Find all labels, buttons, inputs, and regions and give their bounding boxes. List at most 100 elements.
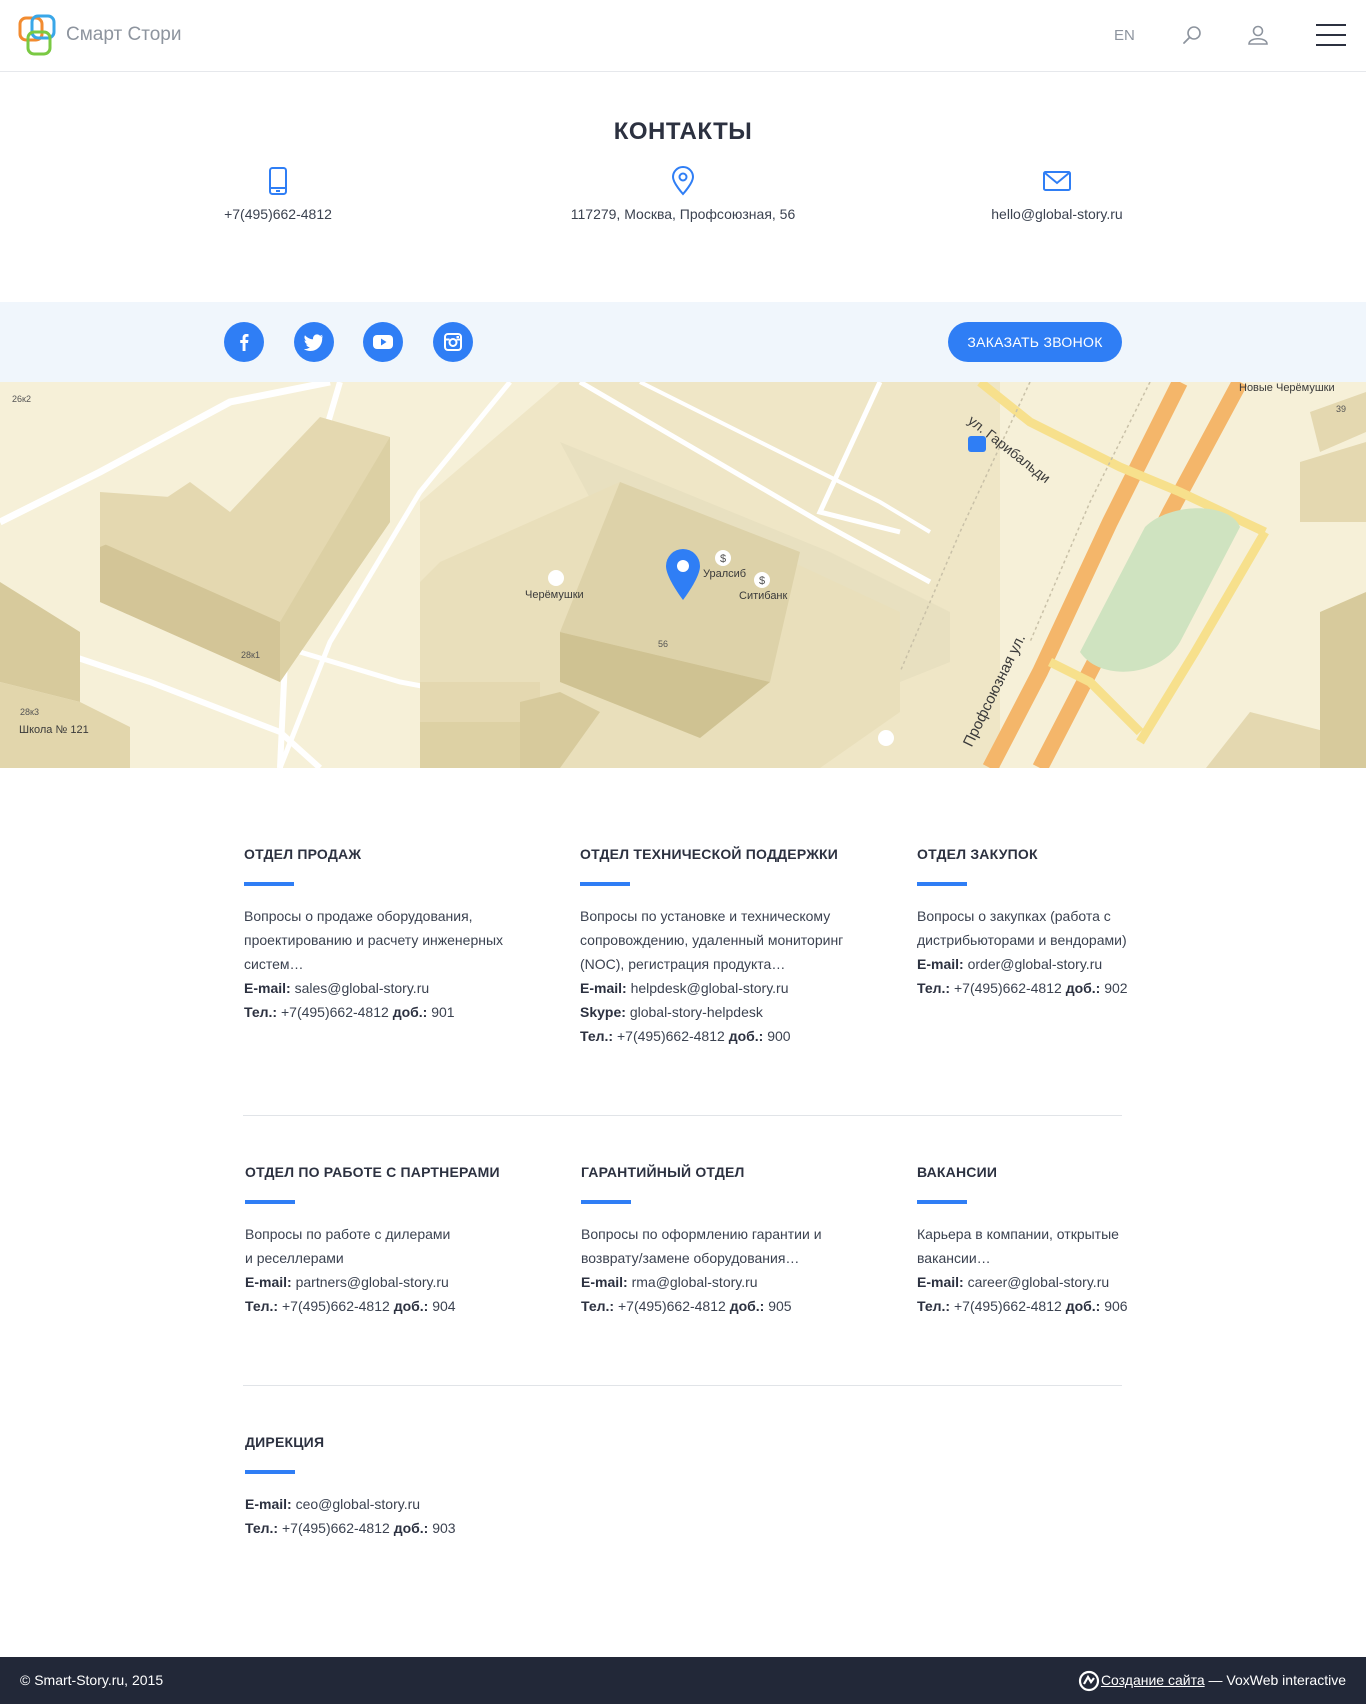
dept-tel-line: Тел.: +7(495)662-4812 доб.: 905 <box>581 1298 792 1314</box>
dept-description: Вопросы о закупках (работа с дистрибьюто… <box>917 908 1127 948</box>
dept-directorate: ДИРЕКЦИЯ E-mail: ceo@global-story.ru Тел… <box>245 1434 535 1540</box>
dept-email-line: E-mail: career@global-story.ru <box>917 1274 1110 1290</box>
youtube-icon[interactable] <box>363 322 403 362</box>
dept-email[interactable]: rma@global-story.ru <box>632 1274 758 1290</box>
dept-title: ОТДЕЛ ТЕХНИЧЕСКОЙ ПОДДЕРЖКИ <box>580 846 839 862</box>
dept-purchasing: ОТДЕЛ ЗАКУПОК Вопросы о закупках (работа… <box>917 846 1137 1000</box>
dept-title: ГАРАНТИЙНЫЙ ОТДЕЛ <box>581 1164 745 1180</box>
map-label-house-26k2: 26к2 <box>12 394 31 404</box>
location-pin-icon <box>671 166 695 196</box>
map-label-cheryomushki: Черёмушки <box>525 589 584 601</box>
divider <box>243 1115 1122 1116</box>
dept-email-line: E-mail: ceo@global-story.ru <box>245 1496 421 1512</box>
dept-title: ОТДЕЛ ЗАКУПОК <box>917 846 1038 862</box>
map-label-school: Школа № 121 <box>19 724 89 736</box>
dept-title: ДИРЕКЦИЯ <box>245 1434 325 1450</box>
dept-accent-bar <box>917 882 967 886</box>
brand-name[interactable]: Смарт Стори <box>66 24 181 46</box>
social-bar: ЗАКАЗАТЬ ЗВОНОК <box>0 302 1366 382</box>
site-header: Смарт Стори EN <box>0 0 1366 72</box>
dept-email[interactable]: career@global-story.ru <box>968 1274 1110 1290</box>
dept-email-line: E-mail: helpdesk@global-story.ru <box>580 980 789 996</box>
dept-description: Вопросы по работе с дилерами и реселлера… <box>245 1226 451 1266</box>
dept-title: ВАКАНСИИ <box>917 1164 998 1180</box>
dept-support: ОТДЕЛ ТЕХНИЧЕСКОЙ ПОДДЕРЖКИ Вопросы по у… <box>580 846 870 1048</box>
site-creation-link[interactable]: Создание сайта <box>1101 1672 1205 1688</box>
dept-email[interactable]: helpdesk@global-story.ru <box>631 980 789 996</box>
map[interactable]: $ $ Новые Черёмушки ул. Гарибальди Профс… <box>0 382 1366 768</box>
contact-phone: +7(495)662-4812 <box>148 166 408 222</box>
language-switch[interactable]: EN <box>1114 27 1135 44</box>
dept-email[interactable]: order@global-story.ru <box>968 956 1103 972</box>
dept-description: Вопросы по оформлению гарантии и возврат… <box>581 1226 822 1266</box>
dept-accent-bar <box>917 1200 967 1204</box>
copyright: © Smart-Story.ru, 2015 <box>20 1672 164 1688</box>
dept-email[interactable]: ceo@global-story.ru <box>296 1496 420 1512</box>
phone-icon <box>269 167 287 195</box>
dept-skype-line: Skype: global-story-helpdesk <box>580 1004 763 1020</box>
dept-accent-bar <box>244 882 294 886</box>
map-label-house-39: 39 <box>1336 404 1347 414</box>
map-label-house-28k3: 28к3 <box>20 707 39 717</box>
map-label-citibank: Ситибанк <box>739 590 788 602</box>
contact-address-text: 117279, Москва, Профсоюзная, 56 <box>570 206 796 222</box>
logo-icon[interactable] <box>18 14 58 58</box>
menu-icon[interactable] <box>1316 22 1346 48</box>
dept-tel[interactable]: +7(495)662-4812 <box>954 980 1062 996</box>
mail-icon <box>1043 171 1071 191</box>
dept-tel[interactable]: +7(495)662-4812 <box>282 1520 390 1536</box>
dept-accent-bar <box>245 1200 295 1204</box>
dept-skype[interactable]: global-story-helpdesk <box>630 1004 763 1020</box>
search-icon[interactable] <box>1181 24 1203 46</box>
dept-email-line: E-mail: rma@global-story.ru <box>581 1274 758 1290</box>
svg-text:$: $ <box>720 553 726 565</box>
dept-sales: ОТДЕЛ ПРОДАЖ Вопросы о продаже оборудова… <box>244 846 534 1024</box>
divider <box>243 1385 1122 1386</box>
map-label-new-cheryomushki: Новые Черёмушки <box>1239 382 1335 394</box>
contact-phone-text[interactable]: +7(495)662-4812 <box>148 206 408 222</box>
dept-accent-bar <box>581 1200 631 1204</box>
dept-accent-bar <box>245 1470 295 1474</box>
user-icon[interactable] <box>1247 24 1269 46</box>
site-footer: © Smart-Story.ru, 2015 Создание сайта — … <box>0 1657 1366 1704</box>
dept-title: ОТДЕЛ ПО РАБОТЕ С ПАРТНЕРАМИ <box>245 1164 500 1180</box>
dept-tel[interactable]: +7(495)662-4812 <box>954 1298 1062 1314</box>
map-label-house-56: 56 <box>658 639 669 649</box>
dept-tel[interactable]: +7(495)662-4812 <box>281 1004 389 1020</box>
order-call-button[interactable]: ЗАКАЗАТЬ ЗВОНОК <box>948 322 1122 362</box>
contact-email-text[interactable]: hello@global-story.ru <box>927 206 1187 222</box>
dept-tel[interactable]: +7(495)662-4812 <box>282 1298 390 1314</box>
dept-description: Карьера в компании, открытые вакансии… <box>917 1226 1119 1266</box>
dept-description: Вопросы о продаже оборудования, проектир… <box>244 908 504 972</box>
map-label-house-28k1: 28к1 <box>241 650 260 660</box>
dept-email-line: E-mail: order@global-story.ru <box>917 956 1103 972</box>
footer-credits: Создание сайта — VoxWeb interactive <box>1100 1672 1346 1688</box>
dept-title: ОТДЕЛ ПРОДАЖ <box>244 846 362 862</box>
instagram-icon[interactable] <box>433 322 473 362</box>
page-title: КОНТАКТЫ <box>613 118 753 145</box>
contact-email: hello@global-story.ru <box>927 166 1187 222</box>
dept-email[interactable]: sales@global-story.ru <box>295 980 430 996</box>
dept-tel-line: Тел.: +7(495)662-4812 доб.: 901 <box>244 1004 455 1020</box>
dept-partners: ОТДЕЛ ПО РАБОТЕ С ПАРТНЕРАМИ Вопросы по … <box>245 1164 535 1318</box>
dept-tel-line: Тел.: +7(495)662-4812 доб.: 900 <box>580 1028 791 1044</box>
dept-tel[interactable]: +7(495)662-4812 <box>617 1028 725 1044</box>
dept-tel-line: Тел.: +7(495)662-4812 доб.: 903 <box>245 1520 456 1536</box>
twitter-icon[interactable] <box>294 322 334 362</box>
dept-email[interactable]: partners@global-story.ru <box>296 1274 449 1290</box>
dept-accent-bar <box>580 882 630 886</box>
dept-tel-line: Тел.: +7(495)662-4812 доб.: 904 <box>245 1298 456 1314</box>
dept-tel[interactable]: +7(495)662-4812 <box>618 1298 726 1314</box>
map-canvas[interactable]: $ $ <box>0 382 1366 768</box>
voxweb-logo-icon[interactable] <box>1077 1669 1101 1693</box>
contact-address: 117279, Москва, Профсоюзная, 56 <box>553 166 813 222</box>
dept-tel-line: Тел.: +7(495)662-4812 доб.: 906 <box>917 1298 1128 1314</box>
map-label-uralsib: Уралсиб <box>703 568 747 580</box>
dept-description: Вопросы по установке и техническому сопр… <box>580 908 844 972</box>
facebook-icon[interactable] <box>224 322 264 362</box>
dept-email-line: E-mail: sales@global-story.ru <box>244 980 430 996</box>
dept-email-line: E-mail: partners@global-story.ru <box>245 1274 449 1290</box>
dept-tel-line: Тел.: +7(495)662-4812 доб.: 902 <box>917 980 1128 996</box>
dept-warranty: ГАРАНТИЙНЫЙ ОТДЕЛ Вопросы по оформлению … <box>581 1164 871 1318</box>
svg-text:$: $ <box>759 575 765 587</box>
